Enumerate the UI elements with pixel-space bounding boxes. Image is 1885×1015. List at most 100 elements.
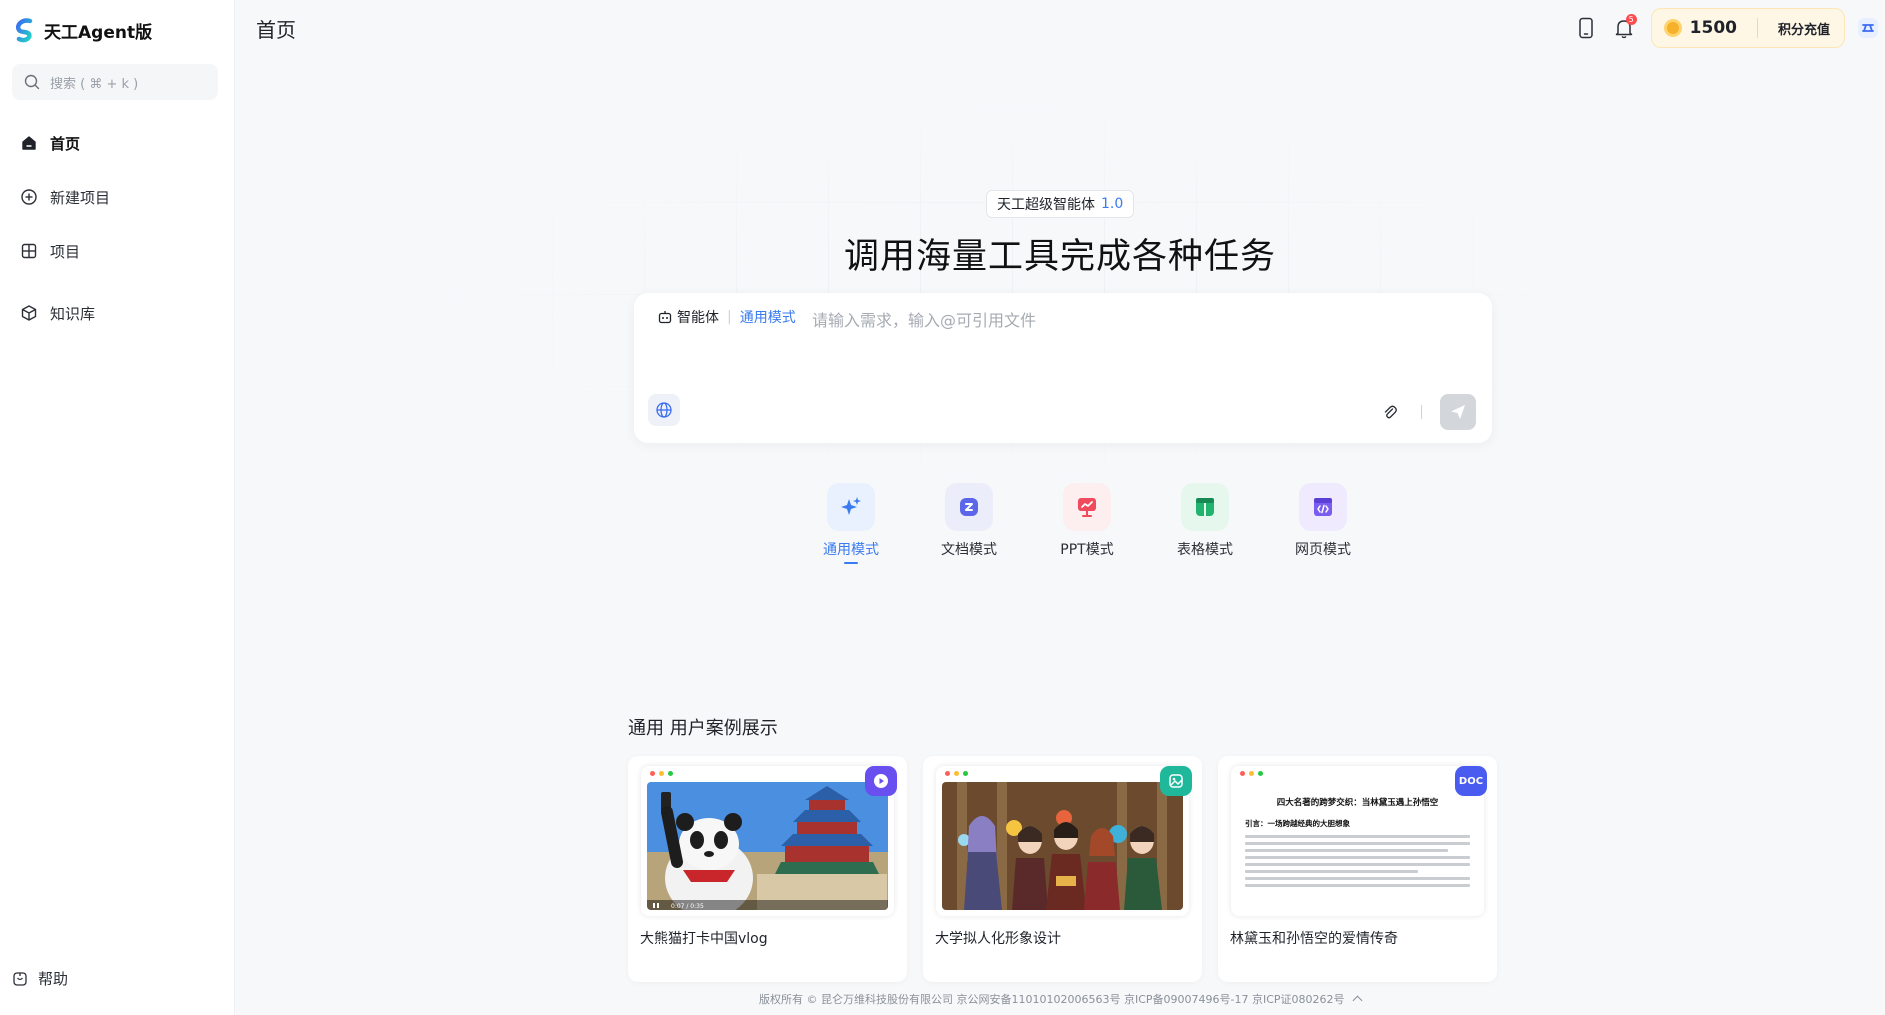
doc-text-line [1245, 842, 1470, 845]
logo-icon [16, 18, 33, 43]
doc-text-line [1245, 856, 1470, 859]
app-name: 天工Agent版 [44, 22, 153, 43]
hero-badge-text: 天工超级智能体 [997, 197, 1095, 213]
tab-ppt-mode[interactable]: PPT模式 [1028, 483, 1146, 564]
paperclip-icon [1384, 405, 1397, 419]
play-icon [874, 774, 888, 788]
case-card-panda-vlog[interactable]: 0:07 / 0:35 大熊猫打卡中国vlog [628, 756, 907, 982]
sparkle-icon [841, 497, 861, 515]
help-icon [13, 971, 27, 986]
robot-icon [658, 311, 672, 324]
prompt-textarea[interactable]: 请输入需求，输入@可引用文件 [812, 307, 1036, 331]
video-thumbnail: 0:07 / 0:35 [647, 782, 888, 910]
sidebar-item-new-project[interactable]: 新建项目 [0, 170, 235, 224]
footer-text: 版权所有 © 昆仑万维科技股份有限公司 京公网安备11010102006563号… [758, 993, 1345, 1006]
case-title: 大学拟人化形象设计 [935, 931, 1061, 947]
active-tab-indicator [844, 562, 858, 564]
send-icon [1451, 405, 1465, 419]
doc-text-line [1245, 863, 1470, 866]
mode-label: 表格模式 [1177, 542, 1233, 558]
sidebar-item-home[interactable]: 首页 [0, 116, 235, 170]
hero-badge-version: 1.0 [1101, 196, 1124, 212]
sidebar-item-label: 新建项目 [50, 188, 111, 207]
mode-icon-bg [1181, 483, 1229, 531]
chevron-up-icon[interactable] [1352, 995, 1363, 1006]
case-preview: 0:07 / 0:35 [641, 766, 894, 916]
mode-icon-bg [1299, 483, 1347, 531]
help-button[interactable]: 帮助 [12, 968, 68, 989]
case-card-love-story[interactable]: 四大名著的跨梦交织：当林黛玉遇上孙悟空 引言：一场跨越经典的大胆想象 DOC 林… [1218, 756, 1497, 982]
footer-copyright: 版权所有 © 昆仑万维科技股份有限公司 京公网安备11010102006563号… [0, 991, 1885, 1007]
input-divider [1421, 405, 1422, 419]
sidebar-item-knowledge-base[interactable]: 知识库 [0, 286, 235, 340]
app-switch-icon [1858, 18, 1878, 38]
help-label: 帮助 [38, 970, 69, 988]
cases-section-title: 通用 用户案例展示 [628, 718, 778, 739]
hero-title: 调用海量工具完成各种任务 [843, 237, 1276, 277]
mode-label: 网页模式 [1295, 542, 1351, 558]
attach-button[interactable] [1378, 400, 1402, 424]
sidebar-item-label: 首页 [50, 134, 81, 153]
mode-tabs: 通用模式 文档模式 PPT模式 表格模式 网页模式 [792, 483, 1382, 564]
window-dots [945, 771, 968, 776]
web-search-toggle[interactable] [648, 394, 680, 426]
image-thumbnail [942, 782, 1183, 910]
app-switch-button[interactable] [1851, 10, 1885, 46]
mode-label: 通用模式 [823, 542, 879, 558]
document-icon [960, 498, 978, 516]
doc-text-line [1245, 877, 1470, 880]
case-title: 林黛玉和孙悟空的爱情传奇 [1230, 931, 1398, 947]
search-icon [24, 74, 40, 90]
doc-preview-subtitle: 引言：一场跨越经典的大胆想象 [1245, 819, 1350, 828]
doc-text-line [1245, 849, 1448, 852]
app-logo[interactable]: 天工Agent版 [12, 16, 152, 44]
hero-badge: 天工超级智能体 1.0 [986, 190, 1135, 218]
globe-icon [656, 402, 672, 418]
case-card-university-characters[interactable]: 大学拟人化形象设计 [923, 756, 1202, 982]
plus-circle-icon [21, 189, 37, 205]
coin-icon [1663, 19, 1682, 37]
points-value: 1500 [1689, 18, 1737, 38]
case-preview: 四大名著的跨梦交织：当林黛玉遇上孙悟空 引言：一场跨越经典的大胆想象 [1231, 766, 1484, 916]
agent-mode-label: 通用模式 [739, 310, 796, 326]
search-placeholder: 搜索 ( ⌘ + k ) [50, 76, 139, 92]
video-time: 0:07 / 0:35 [671, 903, 704, 910]
tab-general-mode[interactable]: 通用模式 [792, 483, 910, 564]
doc-thumbnail: 四大名著的跨梦交织：当林黛玉遇上孙悟空 引言：一场跨越经典的大胆想象 [1237, 782, 1478, 910]
top-actions: 5 1500 积分充值 [1567, 8, 1885, 48]
mobile-button[interactable] [1567, 10, 1605, 46]
mobile-icon [1578, 17, 1593, 39]
tab-document-mode[interactable]: 文档模式 [910, 483, 1028, 564]
points-divider [1756, 18, 1758, 38]
presentation-icon [1078, 498, 1096, 517]
agent-label: 智能体 [677, 310, 719, 326]
sidebar: 天工Agent版 搜索 ( ⌘ + k ) 首页 新建项目 项目 知识库 帮助 [0, 0, 235, 1015]
agent-separator: | [727, 309, 732, 325]
window-dots [650, 771, 673, 776]
table-icon [1196, 498, 1214, 516]
recharge-button[interactable]: 积分充值 [1778, 19, 1830, 38]
mode-label: PPT模式 [1060, 542, 1114, 558]
prompt-input-card[interactable]: 智能体 | 通用模式 请输入需求，输入@可引用文件 [634, 293, 1492, 443]
cases-list: 0:07 / 0:35 大熊猫打卡中国vlog 大学拟人化形象设计 四大名著的跨… [628, 756, 1497, 982]
case-title: 大熊猫打卡中国vlog [640, 931, 768, 947]
home-icon [22, 136, 36, 150]
search-input[interactable]: 搜索 ( ⌘ + k ) [12, 64, 218, 100]
mode-icon-bg [827, 483, 875, 531]
notification-button[interactable]: 5 [1605, 10, 1643, 46]
send-button[interactable] [1440, 394, 1476, 430]
page-title: 首页 [256, 18, 296, 42]
mode-label: 文档模式 [941, 542, 997, 558]
notification-badge: 5 [1625, 14, 1637, 25]
mode-icon-bg [945, 483, 993, 531]
agent-mode-selector[interactable]: 智能体 | 通用模式 [658, 307, 796, 327]
tab-table-mode[interactable]: 表格模式 [1146, 483, 1264, 564]
points-panel: 1500 积分充值 [1650, 8, 1845, 48]
tab-webpage-mode[interactable]: 网页模式 [1264, 483, 1382, 564]
doc-text-line [1245, 835, 1470, 838]
doc-text-line [1245, 870, 1418, 873]
image-badge [1160, 766, 1192, 796]
video-badge [865, 766, 897, 796]
cube-icon [21, 305, 37, 321]
mode-icon-bg [1063, 483, 1111, 531]
